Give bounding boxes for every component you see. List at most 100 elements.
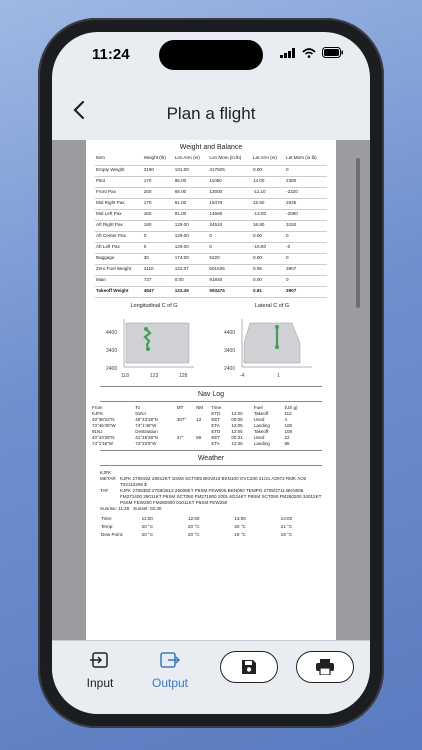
table-cell: Aft Left Pax xyxy=(96,243,120,249)
table-cell: 0 xyxy=(209,232,212,238)
table-cell: 737 xyxy=(143,276,152,282)
table-cell: 4110 xyxy=(143,265,154,271)
table-cell: Aft Right Pax xyxy=(96,221,123,227)
cg-point xyxy=(146,346,150,351)
table-row: Front Pax 200 65.00 13000 -11.10 -2220 xyxy=(95,187,327,198)
cg-envelope xyxy=(125,322,190,363)
y-tick-label: 2400 xyxy=(224,366,235,372)
pdf-preview[interactable]: Weight and Balance Item Weight (lb) Lon … xyxy=(52,140,370,640)
column-header: Lat Mom (in.lb) xyxy=(286,155,317,160)
table-cell: 21 °C xyxy=(280,523,293,529)
y-tick-label: 4400 xyxy=(224,330,235,336)
longitudinal-cg-plot: 4400 3400 2400 118 123 128 xyxy=(106,318,194,379)
table-cell: Zero Fuel Weight xyxy=(96,265,132,271)
table-cell: 20 °C xyxy=(187,523,200,529)
table-cell: 14:00 xyxy=(280,515,293,521)
metar-label: METAR xyxy=(100,475,116,481)
table-cell: -11.10 xyxy=(252,188,266,194)
table-row: Main 737 0.00 91840 0.00 0 xyxy=(95,275,327,286)
table-cell: 0 xyxy=(286,166,289,172)
table-cell: 0.00 xyxy=(252,254,262,260)
tab-output[interactable]: Output xyxy=(140,651,200,690)
table-cell: 129.00 xyxy=(174,243,189,249)
chart-title: Lateral C of G xyxy=(254,302,290,309)
table-cell: ETA xyxy=(211,441,220,446)
taf-label: TAF xyxy=(100,487,109,493)
table-cell: 13:00 xyxy=(234,515,246,521)
weather-section: KJFK METAR KJFK 270919Z 28012KT 10SM SCT… xyxy=(100,470,326,539)
table-cell: 2380 xyxy=(286,177,297,183)
section-divider xyxy=(100,400,322,402)
table-cell: 86 xyxy=(284,441,290,446)
table-cell: 0.00 xyxy=(252,166,262,172)
page-title: Plan a flight xyxy=(166,104,256,123)
table-cell: 3907 xyxy=(286,265,297,271)
battery-icon xyxy=(322,47,343,58)
printer-icon xyxy=(316,659,334,675)
x-tick-label: -4 xyxy=(240,373,245,379)
save-button[interactable] xyxy=(220,651,278,683)
table-cell: 3907 xyxy=(286,287,297,293)
table-cell: 16.80 xyxy=(252,221,265,227)
table-cell: 65.00 xyxy=(174,188,187,194)
table-cell: 19 °C xyxy=(280,531,293,537)
app-screen: 11:24 Plan a flight Weight and Balance I… xyxy=(52,32,370,714)
table-cell: Main xyxy=(96,276,106,282)
navlog-table: From To MT NM Time Fuel (US g) KJFK 91NJ E… xyxy=(91,405,309,447)
table-cell: Pilot xyxy=(96,177,105,183)
table-cell: 12:36 xyxy=(231,441,243,446)
table-cell: Empty Weight xyxy=(96,166,125,172)
table-cell: Mid Right Pax xyxy=(96,199,125,205)
table-cell: Takeoff Weight xyxy=(96,287,129,293)
table-cell: 2635 xyxy=(286,199,297,205)
tab-input[interactable]: Input xyxy=(70,651,130,690)
x-tick-label: 123 xyxy=(150,373,159,379)
table-cell: 14.00 xyxy=(252,177,265,183)
table-cell: 129.00 xyxy=(174,232,189,238)
table-cell: 91.00 xyxy=(174,210,187,216)
column-header: Lat Arm (in) xyxy=(252,155,277,160)
taf-text: KJFK 270838Z 2709/2812 25008KT P6SM FEW0… xyxy=(120,487,322,505)
table-cell: -13.00 xyxy=(252,210,267,216)
section-divider xyxy=(100,449,322,451)
table-cell xyxy=(176,441,195,447)
print-button[interactable] xyxy=(296,651,354,683)
table-cell: 11:00 xyxy=(141,515,153,521)
table-cell: 174.00 xyxy=(174,254,189,260)
signal-icon xyxy=(280,47,295,58)
input-icon xyxy=(90,652,108,668)
column-header: Item xyxy=(96,155,105,160)
table-row: Aft Left Pax 0 129.00 0 -16.80 -0 xyxy=(95,242,327,253)
table-cell: -2220 xyxy=(286,188,298,194)
metar-row: METAR KJFK 270919Z 28012KT 10SM SCT005 B… xyxy=(100,476,326,488)
tab-input-label: Input xyxy=(86,676,114,690)
table-cell: 19 °C xyxy=(234,531,246,537)
table-row: Baggage 30 174.00 5220 0.00 0 xyxy=(95,253,327,264)
table-cell: 20 °C xyxy=(141,523,154,529)
scrollbar[interactable] xyxy=(356,158,360,308)
table-cell: 3190 xyxy=(143,166,154,172)
x-tick-label: 118 xyxy=(121,373,129,379)
navlog-title: Nav Log xyxy=(197,390,225,398)
table-header-row: Item Weight (lb) Lon Arm (in) Lon Mom (i… xyxy=(95,154,327,165)
y-tick-label: 3400 xyxy=(224,348,235,354)
output-icon xyxy=(160,652,181,668)
sun-times: Sunrise: 11:26 Sunset: 02:30 xyxy=(100,506,326,512)
table-cell: 15470 xyxy=(209,199,223,205)
table-cell: 417825 xyxy=(209,166,225,172)
table-row: Zero Fuel Weight 4110 122.07 501635 0.95 3907 xyxy=(95,264,327,275)
table-cell: 160 xyxy=(143,210,152,216)
table-row: Mid Left Pax 160 91.00 14560 -13.00 -2080 xyxy=(95,209,327,220)
table-cell: 0.81 xyxy=(252,287,262,293)
table-cell: 129.00 xyxy=(174,221,189,227)
table-cell: 0.00 xyxy=(174,276,184,282)
table-cell: Mid Left Pax xyxy=(96,210,122,216)
table-cell: 91840 xyxy=(209,276,223,282)
column-header: Weight (lb) xyxy=(143,155,166,160)
table-row: Aft Center Pax 0 129.00 0 0.00 0 xyxy=(95,231,327,242)
table-cell: -16.80 xyxy=(252,243,267,249)
table-cell: 24510 xyxy=(209,221,223,227)
table-cell: -2080 xyxy=(286,210,298,216)
table-row: Empty Weight 3190 131.00 417825 0.00 0 xyxy=(95,165,327,176)
longitudinal-cg-chart: Longitudinal C of G 4400 3400 2400 118 1… xyxy=(104,303,204,383)
